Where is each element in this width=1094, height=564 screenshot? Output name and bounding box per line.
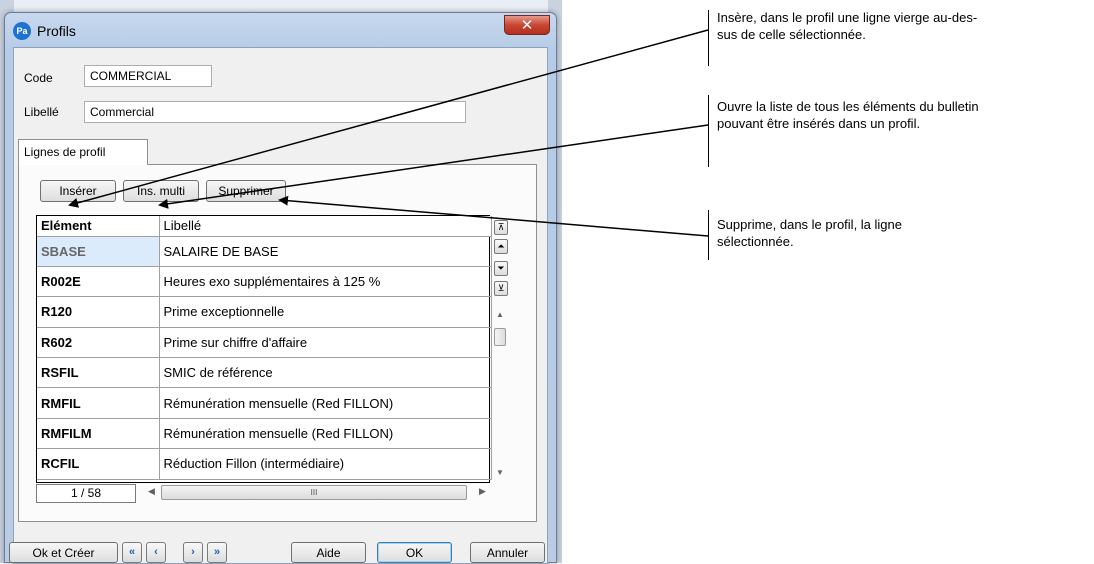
first-record-icon[interactable]: « (122, 542, 142, 563)
first-row-icon[interactable]: ⊼ (494, 220, 508, 235)
ins-multi-button[interactable]: Ins. multi (123, 180, 199, 202)
close-button[interactable]: ✕ (504, 15, 550, 35)
grid-vertical-scroll: ⊼ ⏶ ⏷ ⊻ ▲ ▼ (492, 218, 510, 483)
code-input[interactable]: COMMERCIAL (84, 65, 212, 87)
next-record-icon[interactable]: › (183, 542, 203, 563)
profile-lines-grid[interactable]: Elément Libellé SBASE SALAIRE DE BASE R0… (36, 215, 492, 483)
row-libelle[interactable]: SALAIRE DE BASE (159, 236, 492, 267)
row-element-code[interactable]: RSFIL (37, 357, 160, 389)
last-record-icon[interactable]: » (207, 542, 227, 563)
supprimer-button[interactable]: Supprimer (206, 180, 286, 202)
prev-page-icon[interactable]: ⏶ (494, 239, 508, 254)
horizontal-scrollbar[interactable]: ◀ III ▶ (143, 484, 493, 502)
annotation-supprimer: Supprime, dans le profil, la ligne sélec… (717, 217, 902, 249)
ok-button[interactable]: OK (377, 542, 452, 563)
ins-multi-label: Ins. multi (136, 184, 185, 198)
ok-et-creer-button[interactable]: Ok et Créer (9, 542, 118, 563)
ok-label: OK (405, 546, 424, 560)
previous-record-icon[interactable]: ‹ (146, 542, 166, 563)
table-row[interactable]: R602 Prime sur chiffre d'affaire (37, 327, 492, 359)
inserer-button[interactable]: Insérer (40, 180, 116, 202)
aide-label: Aide (316, 546, 341, 560)
table-row[interactable]: R002E Heures exo supplémentaires à 125 % (37, 266, 492, 298)
table-row[interactable]: R120 Prime exceptionnelle (37, 296, 492, 328)
scroll-right-arrow-icon[interactable]: ▶ (479, 486, 486, 497)
row-libelle[interactable]: Rémunération mensuelle (Red FILLON) (159, 387, 492, 419)
libelle-label: Libellé (24, 105, 59, 119)
annotation-ins-multi: Ouvre la liste de tous les éléments du b… (717, 99, 979, 131)
annotation-inserer: Insère, dans le profil une ligne vierge … (717, 10, 978, 42)
code-label: Code (24, 71, 53, 85)
grid-header-row: Elément Libellé (37, 216, 492, 237)
callout-bar-supprimer (708, 210, 709, 260)
app-icon: Pa (13, 22, 31, 40)
row-element-code[interactable]: RMFILM (37, 418, 160, 450)
row-counter: 1 / 58 (36, 484, 136, 503)
callout-bar-ins-multi (708, 95, 709, 167)
row-libelle[interactable]: Prime exceptionnelle (159, 296, 492, 328)
ok-et-creer-label: Ok et Créer (32, 546, 95, 560)
row-element-code[interactable]: RMFIL (37, 387, 160, 419)
row-libelle[interactable]: Rémunération mensuelle (Red FILLON) (159, 418, 492, 450)
vertical-scrollbar-thumb[interactable] (494, 328, 506, 346)
tab-lignes-de-profil[interactable]: Lignes de profil (18, 139, 148, 165)
last-row-icon[interactable]: ⊻ (494, 281, 508, 296)
inserer-label: Insérer (59, 184, 97, 198)
scroll-left-arrow-icon[interactable]: ◀ (148, 486, 155, 497)
scroll-down-arrow-icon[interactable]: ▼ (496, 468, 504, 477)
column-header-element[interactable]: Elément (37, 216, 160, 237)
annuler-label: Annuler (486, 546, 529, 560)
table-row[interactable]: RSFIL SMIC de référence (37, 357, 492, 389)
next-page-icon[interactable]: ⏷ (494, 261, 508, 276)
table-row[interactable]: RCFIL Réduction Fillon (intermédiaire) (37, 448, 492, 480)
table-row[interactable]: RMFILM Rémunération mensuelle (Red FILLO… (37, 418, 492, 450)
annuler-button[interactable]: Annuler (470, 542, 545, 563)
scroll-up-arrow-icon[interactable]: ▲ (496, 310, 504, 319)
table-row[interactable]: RMFIL Rémunération mensuelle (Red FILLON… (37, 387, 492, 419)
table-row[interactable]: SBASE SALAIRE DE BASE (37, 236, 492, 267)
libelle-input[interactable]: Commercial (84, 101, 466, 123)
window-title: Profils (37, 23, 76, 39)
row-libelle[interactable]: Heures exo supplémentaires à 125 % (159, 266, 492, 298)
callout-bar-inserer (708, 10, 709, 66)
row-libelle[interactable]: SMIC de référence (159, 357, 492, 389)
row-element-code[interactable]: SBASE (37, 236, 160, 267)
row-libelle[interactable]: Prime sur chiffre d'affaire (159, 327, 492, 359)
row-element-code[interactable]: R120 (37, 296, 160, 328)
title-bar[interactable]: Pa Profils ✕ (5, 13, 556, 47)
aide-button[interactable]: Aide (291, 542, 366, 563)
row-element-code[interactable]: RCFIL (37, 448, 160, 480)
row-element-code[interactable]: R002E (37, 266, 160, 298)
row-libelle[interactable]: Réduction Fillon (intermédiaire) (159, 448, 492, 480)
supprimer-label: Supprimer (218, 184, 274, 198)
row-element-code[interactable]: R602 (37, 327, 160, 359)
horizontal-scrollbar-thumb[interactable]: III (161, 485, 467, 500)
column-header-libelle[interactable]: Libellé (159, 216, 492, 237)
